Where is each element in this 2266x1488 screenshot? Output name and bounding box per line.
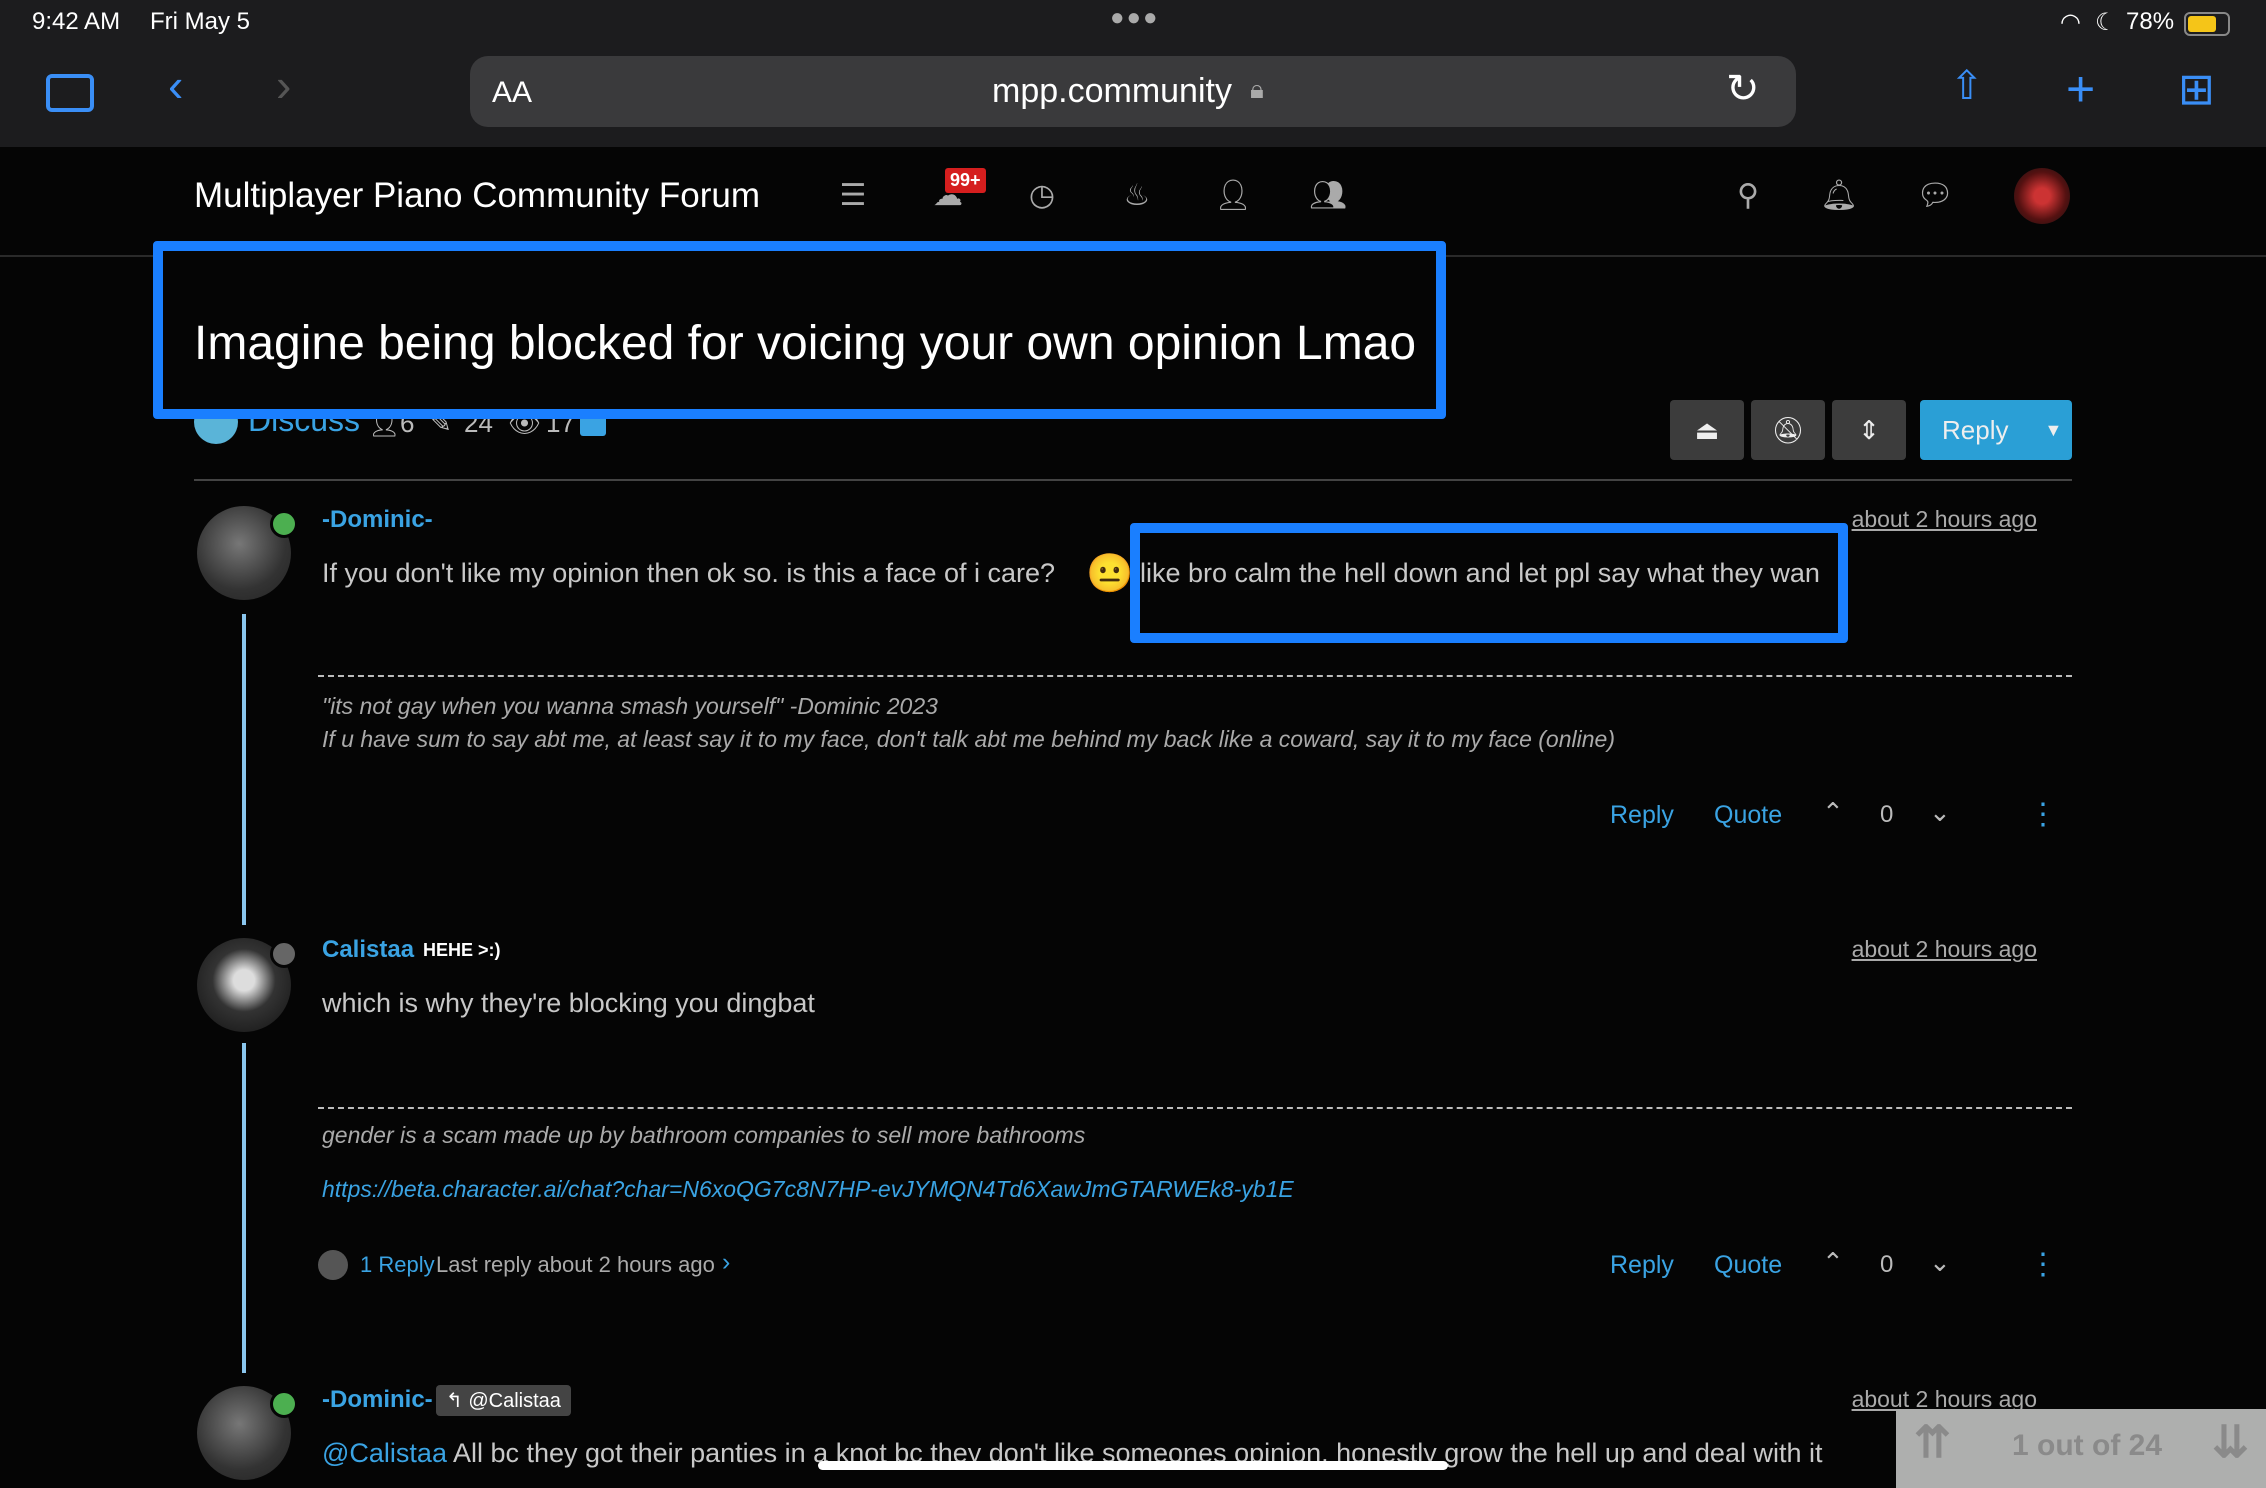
mute-notifications-button[interactable]: 🔕︎ xyxy=(1751,400,1825,460)
thread-line xyxy=(242,1043,246,1373)
text-size-button[interactable]: AA xyxy=(492,76,532,110)
first-post-icon[interactable]: ⇈ xyxy=(1914,1417,1951,1468)
wifi-icon: ◠ xyxy=(2060,9,2081,36)
post-body: If you don't like my opinion then ok so.… xyxy=(322,558,1056,588)
reply-button[interactable]: Reply xyxy=(1610,801,1674,830)
battery-percent: 78% xyxy=(2126,8,2175,35)
downvote-icon[interactable]: ⌄ xyxy=(1929,797,1951,828)
post-menu-icon[interactable]: ⋮ xyxy=(2028,797,2058,832)
lock-icon: 🔒︎ xyxy=(1250,74,1264,104)
offline-status-dot xyxy=(270,940,298,968)
last-reply-text: Last reply about 2 hours ago xyxy=(436,1252,715,1277)
forum-title[interactable]: Multiplayer Piano Community Forum xyxy=(194,176,760,216)
thread-line xyxy=(242,614,246,925)
chat-icon[interactable]: 💬︎ xyxy=(1915,178,1955,213)
neutral-face-emoji: 😐 xyxy=(1086,553,1134,595)
battery-icon xyxy=(2184,12,2230,36)
signature-line: "its not gay when you wanna smash yourse… xyxy=(322,693,938,719)
post-timestamp[interactable]: about 2 hours ago xyxy=(1852,506,2037,533)
categories-icon[interactable]: ☰ xyxy=(833,178,873,213)
home-indicator[interactable] xyxy=(818,1461,1448,1470)
reply-to-user: @Calistaa xyxy=(468,1390,561,1412)
reply-avatar xyxy=(318,1250,348,1280)
moon-icon: ☾ xyxy=(2095,9,2117,36)
signature-line: gender is a scam made up by bathroom com… xyxy=(322,1122,1086,1148)
quote-button[interactable]: Quote xyxy=(1714,801,1782,830)
unread-badge: 99+ xyxy=(945,168,986,193)
quote-button[interactable]: Quote xyxy=(1714,1251,1782,1280)
mention-link[interactable]: @Calistaa xyxy=(322,1438,447,1468)
online-status-dot xyxy=(270,510,298,538)
chevron-right-icon[interactable]: › xyxy=(722,1248,730,1277)
watch-tray-button[interactable]: ⏏ xyxy=(1670,400,1744,460)
forward-icon[interactable]: › xyxy=(276,62,291,108)
notifications-bell-icon[interactable]: 🔔︎ xyxy=(1819,178,1859,213)
sidebar-toggle-icon[interactable] xyxy=(46,74,94,112)
signature-line: If u have sum to say abt me, at least sa… xyxy=(322,726,1615,752)
user-group-badge: HEHE >:) xyxy=(423,940,501,960)
search-icon[interactable]: ⚲ xyxy=(1728,178,1768,213)
signature-divider xyxy=(318,675,2072,677)
highlight-box xyxy=(153,241,1446,419)
post-author[interactable]: -Dominic- xyxy=(322,1386,433,1414)
reply-button[interactable]: Reply xyxy=(1610,1251,1674,1280)
back-icon[interactable]: ‹ xyxy=(168,62,183,108)
url-text[interactable]: mpp.community xyxy=(992,72,1232,111)
signature-link[interactable]: https://beta.character.ai/chat?char=N6xo… xyxy=(322,1176,1294,1203)
highlight-box xyxy=(1130,523,1848,643)
reply-topic-button[interactable]: Reply ▼ xyxy=(1920,400,2072,460)
share-icon[interactable]: ⇧ xyxy=(1950,66,1984,106)
last-post-icon[interactable]: ⇊ xyxy=(2212,1417,2249,1468)
sort-button[interactable]: ⇕ xyxy=(1832,400,1906,460)
users-icon[interactable]: 👤︎ xyxy=(1213,178,1253,213)
signature-divider xyxy=(318,1107,2072,1109)
popular-fire-icon[interactable]: ♨ xyxy=(1117,178,1157,213)
caret-down-icon[interactable]: ▼ xyxy=(2044,420,2062,441)
downvote-icon[interactable]: ⌄ xyxy=(1929,1247,1951,1278)
vote-count: 0 xyxy=(1880,1251,1894,1278)
post-author[interactable]: -Dominic- xyxy=(322,506,433,534)
post-author[interactable]: Calistaa xyxy=(322,936,414,964)
recent-clock-icon[interactable]: ◷ xyxy=(1022,178,1062,213)
new-tab-icon[interactable]: + xyxy=(2066,64,2095,114)
post-timestamp[interactable]: about 2 hours ago xyxy=(1852,936,2037,963)
vote-count: 0 xyxy=(1880,801,1894,828)
reply-arrow-icon: ↰ xyxy=(446,1390,469,1412)
upvote-icon[interactable]: ⌃ xyxy=(1822,797,1844,828)
address-bar[interactable]: AA mpp.community 🔒︎ ↻ xyxy=(470,56,1796,127)
status-time: 9:42 AM xyxy=(32,8,121,35)
reply-to-badge[interactable]: ↰ @Calistaa xyxy=(436,1385,571,1416)
reply-label: Reply xyxy=(1942,414,2009,445)
online-status-dot xyxy=(270,1390,298,1418)
reload-icon[interactable]: ↻ xyxy=(1726,66,1760,112)
divider xyxy=(194,479,2072,481)
status-date: Fri May 5 xyxy=(150,8,251,35)
groups-icon[interactable]: 👥︎ xyxy=(1308,178,1348,213)
pagination-text: 1 out of 24 xyxy=(2012,1429,2163,1462)
user-avatar[interactable] xyxy=(2014,168,2070,224)
post-menu-icon[interactable]: ⋮ xyxy=(2028,1247,2058,1282)
post-body: which is why they're blocking you dingba… xyxy=(322,988,815,1018)
upvote-icon[interactable]: ⌃ xyxy=(1822,1247,1844,1278)
pagination-bar[interactable]: ⇈ 1 out of 24 ⇊ xyxy=(1896,1409,2266,1488)
multitasking-dots-icon[interactable]: ●●● xyxy=(1110,4,1160,32)
tabs-overview-icon[interactable]: ⊞ xyxy=(2178,68,2215,112)
replies-link[interactable]: 1 Reply xyxy=(360,1252,435,1278)
